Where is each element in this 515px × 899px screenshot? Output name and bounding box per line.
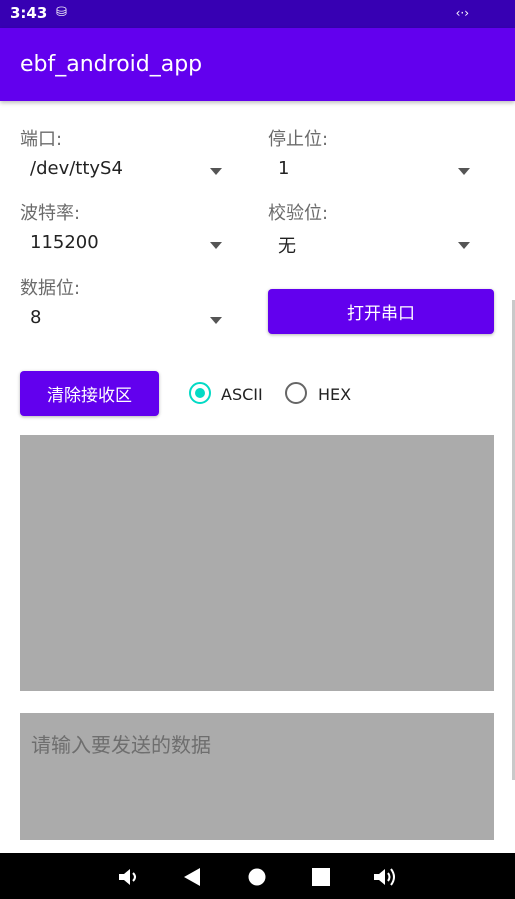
port-label: 端口: bbox=[20, 129, 63, 150]
volume-down-icon[interactable] bbox=[118, 867, 140, 887]
volume-up-icon[interactable] bbox=[373, 866, 399, 888]
app-bar: ebf_android_app bbox=[0, 28, 515, 101]
status-time: 3:43 bbox=[10, 4, 48, 22]
app-title: ebf_android_app bbox=[20, 52, 203, 77]
parity-value: 无 bbox=[278, 236, 296, 257]
port-spinner[interactable]: /dev/ttyS4 bbox=[20, 156, 222, 186]
recents-icon[interactable] bbox=[312, 868, 330, 886]
send-input[interactable]: 请输入要发送的数据 bbox=[20, 713, 494, 840]
parity-spinner[interactable]: 无 bbox=[268, 230, 470, 260]
hex-radio[interactable] bbox=[285, 382, 307, 404]
nav-bar bbox=[0, 853, 515, 899]
data-bits-label: 数据位: bbox=[20, 278, 81, 299]
dropdown-arrow-icon bbox=[210, 317, 222, 324]
dropdown-arrow-icon bbox=[458, 168, 470, 175]
receive-text-area[interactable] bbox=[20, 435, 494, 691]
open-serial-button[interactable]: 打开串口 bbox=[268, 289, 494, 334]
data-bits-spinner[interactable]: 8 bbox=[20, 305, 222, 335]
sim-icon: ⛁ bbox=[56, 5, 67, 20]
baud-rate-label: 波特率: bbox=[20, 203, 81, 224]
port-value: /dev/ttyS4 bbox=[30, 158, 123, 179]
send-placeholder: 请输入要发送的数据 bbox=[31, 733, 211, 757]
ascii-radio[interactable] bbox=[189, 382, 211, 404]
data-bits-value: 8 bbox=[30, 307, 42, 328]
stop-bits-value: 1 bbox=[278, 158, 290, 179]
stop-bits-spinner[interactable]: 1 bbox=[268, 156, 470, 186]
dropdown-arrow-icon bbox=[458, 242, 470, 249]
clear-receive-button[interactable]: 清除接收区 bbox=[20, 371, 159, 416]
baud-rate-value: 115200 bbox=[30, 232, 99, 253]
dropdown-arrow-icon bbox=[210, 168, 222, 175]
status-bar: 3:43 ⛁ ‹·› bbox=[0, 0, 515, 28]
hex-radio-label[interactable]: HEX bbox=[318, 385, 351, 404]
parity-label: 校验位: bbox=[268, 203, 329, 224]
back-icon[interactable] bbox=[182, 867, 202, 887]
home-icon[interactable] bbox=[248, 868, 266, 886]
stop-bits-label: 停止位: bbox=[268, 129, 329, 150]
vpn-key-icon: ‹·› bbox=[455, 6, 469, 20]
baud-rate-spinner[interactable]: 115200 bbox=[20, 230, 222, 260]
ascii-radio-label[interactable]: ASCII bbox=[221, 385, 263, 404]
dropdown-arrow-icon bbox=[210, 242, 222, 249]
